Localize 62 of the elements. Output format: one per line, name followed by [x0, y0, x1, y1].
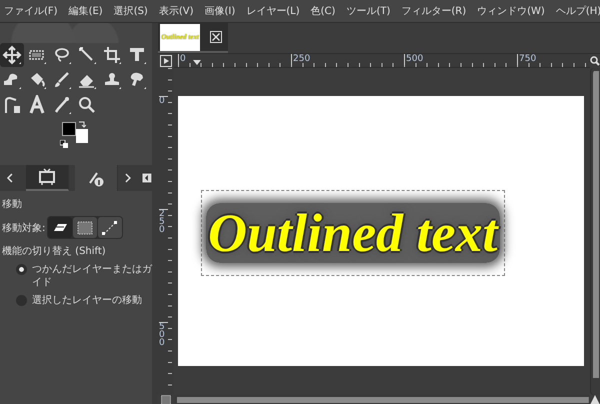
- menu-item[interactable]: レイヤー(L): [246, 4, 300, 18]
- play-icon: [160, 55, 172, 67]
- ruler-label: 0: [178, 54, 186, 65]
- eyedropper-icon: [52, 95, 72, 115]
- ruler-label: 500: [404, 54, 424, 65]
- swap-colors-icon: [78, 121, 86, 129]
- menu-item[interactable]: 選択(S): [114, 4, 148, 18]
- menu-item[interactable]: 編集(E): [68, 4, 103, 18]
- move-icon: [2, 45, 22, 65]
- reset-colors-icon: [60, 140, 68, 148]
- path-icon: [2, 95, 22, 115]
- navigation-menu-button[interactable]: [158, 54, 174, 68]
- menu-item[interactable]: ウィンドウ(W): [477, 4, 545, 18]
- pointer-marker-icon: [193, 60, 201, 65]
- zoom-button[interactable]: [590, 54, 600, 68]
- transform-icon: [127, 45, 147, 65]
- background-color-swatch[interactable]: [76, 129, 88, 143]
- brush-icon: [52, 70, 72, 90]
- lasso-icon: [52, 45, 72, 65]
- layer-icon: [54, 224, 67, 231]
- zoom-icon: [77, 95, 97, 115]
- radio-label: つかんだレイヤーまたはガイド: [32, 263, 152, 289]
- stamp-icon: [102, 70, 122, 90]
- outlined-text: Outlined text: [206, 203, 500, 263]
- toggle-label: 機能の切り替え (Shift): [2, 244, 107, 258]
- foreground-color-swatch[interactable]: [62, 122, 76, 136]
- tool-options-title: 移動: [2, 198, 23, 211]
- chevron-left-icon: [6, 172, 14, 184]
- radio-label: 選択したレイヤーの移動: [32, 294, 142, 307]
- menu-item[interactable]: ヘルプ(H): [556, 4, 600, 18]
- radio-button[interactable]: [16, 295, 27, 306]
- radio-button[interactable]: [16, 264, 27, 275]
- chevron-right-icon: [124, 172, 132, 184]
- zoom-icon: [590, 56, 600, 66]
- ruler-label: 0: [159, 96, 168, 105]
- text-tool-icon: [27, 95, 47, 115]
- dock-tab[interactable]: [26, 165, 70, 191]
- wand-icon: [77, 45, 97, 65]
- tool-button[interactable]: [0, 43, 24, 67]
- ruler-label: 250: [291, 54, 310, 65]
- menu-item[interactable]: 画像(I): [204, 4, 236, 18]
- move-target-button[interactable]: [48, 217, 72, 238]
- crop-icon: [102, 45, 122, 65]
- vertical-scrollbar[interactable]: [590, 68, 600, 395]
- selection-icon: [75, 218, 96, 236]
- menu-item[interactable]: ファイル(F): [4, 4, 58, 18]
- ruler-label: 250: [159, 209, 168, 234]
- navigate-button[interactable]: [590, 395, 600, 404]
- menu-item[interactable]: 表示(V): [158, 4, 194, 18]
- ruler-label: 750: [517, 54, 536, 65]
- menu-item[interactable]: 色(C): [310, 4, 336, 18]
- move-target-button[interactable]: [98, 217, 122, 238]
- move-target-label: 移動対象:: [2, 222, 46, 234]
- close-button[interactable]: [210, 31, 222, 43]
- horizontal-scrollbar[interactable]: [174, 395, 590, 404]
- move-target-button[interactable]: [73, 217, 98, 238]
- ruler-label: 500: [159, 322, 168, 347]
- close-icon: [210, 31, 222, 43]
- quick-mask-button[interactable]: [158, 395, 174, 404]
- monitor-icon: [36, 168, 57, 186]
- menu-item[interactable]: フィルター(R): [401, 4, 466, 18]
- menu-item[interactable]: ツール(T): [346, 4, 390, 18]
